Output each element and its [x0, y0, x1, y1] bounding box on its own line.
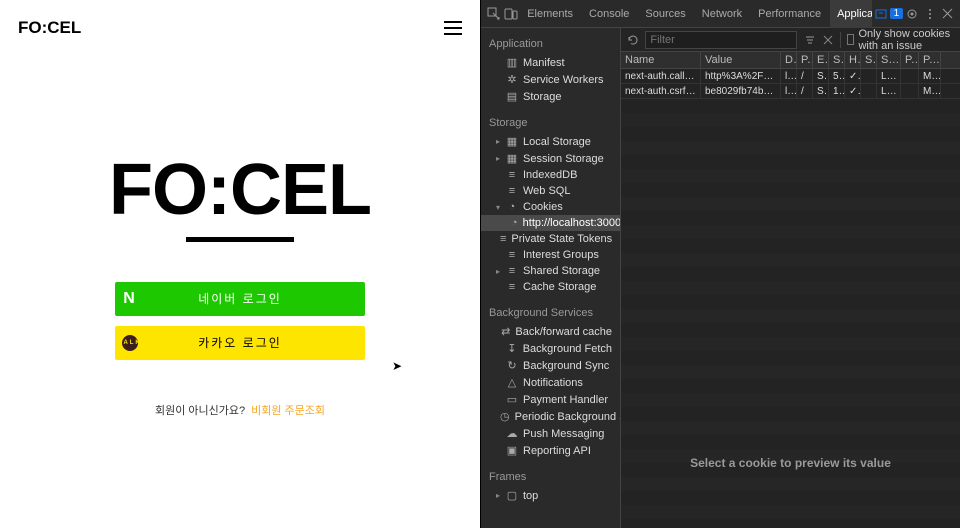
- brand-logo-large: FO:CEL: [109, 158, 371, 223]
- devtools-tabs: Elements Console Sources Network Perform…: [520, 0, 872, 28]
- sidebar-item-cache-storage[interactable]: ≡Cache Storage: [481, 279, 620, 295]
- signup-question: 회원이 아니신가요?: [155, 402, 245, 418]
- sidebar-item-websql[interactable]: ≡Web SQL: [481, 183, 620, 199]
- login-kakao-button[interactable]: TALK 카카오 로그인: [115, 326, 365, 360]
- sidebar-item-service-workers[interactable]: ✲Service Workers: [481, 71, 620, 88]
- sidebar-item-bgfetch[interactable]: ↧Background Fetch: [481, 340, 620, 357]
- only-issue-label: Only show cookies with an issue: [858, 28, 954, 52]
- sidebar-item-cookies-origin[interactable]: ◔http://localhost:3000: [481, 215, 620, 231]
- group-application: Application: [481, 34, 620, 54]
- sidebar-item-session-storage[interactable]: ▸▦Session Storage: [481, 150, 620, 167]
- col-name[interactable]: Name: [621, 52, 701, 68]
- sidebar-item-notifications[interactable]: △Notifications: [481, 374, 620, 391]
- devtools-panel: Elements Console Sources Network Perform…: [480, 0, 960, 528]
- signup-footer: 회원이 아니신가요? 비회원 주문조회: [155, 402, 325, 418]
- sidebar-item-payment[interactable]: ▭Payment Handler: [481, 391, 620, 408]
- brand-underline: [186, 237, 294, 242]
- devtools-main: Only show cookies with an issue Name Val…: [621, 28, 960, 528]
- sidebar-item-interest-groups[interactable]: ≡Interest Groups: [481, 247, 620, 263]
- sidebar-item-local-storage[interactable]: ▸▦Local Storage: [481, 133, 620, 150]
- device-toggle-icon[interactable]: [503, 4, 521, 24]
- sidebar-item-cookies[interactable]: ▾◔Cookies: [481, 199, 620, 215]
- sidebar-item-bfcache[interactable]: ⇄Back/forward cache: [481, 323, 620, 340]
- filter-options-icon[interactable]: [803, 30, 815, 50]
- sidebar-item-push[interactable]: ☁Push Messaging: [481, 425, 620, 442]
- cookie-table-header: Name Value D... P... E... S... H... S...…: [621, 52, 960, 69]
- login-naver-label: 네이버 로그인: [115, 290, 365, 307]
- table-row[interactable]: next-auth.callbac... http%3A%2F%... l...…: [621, 69, 960, 84]
- tab-console[interactable]: Console: [582, 0, 636, 28]
- sidebar-item-frames-top[interactable]: ▸▢top: [481, 487, 620, 504]
- guest-order-link[interactable]: 비회원 주문조회: [251, 402, 325, 418]
- devtools-sidebar: Application ▥Manifest ✲Service Workers ▤…: [481, 28, 621, 528]
- group-storage: Storage: [481, 113, 620, 133]
- devtools-topbar: Elements Console Sources Network Perform…: [481, 0, 960, 28]
- issues-count[interactable]: 1: [890, 8, 904, 19]
- tab-application[interactable]: Application: [830, 0, 872, 28]
- cookie-preview-hint: Select a cookie to preview its value: [621, 448, 960, 478]
- col-s3[interactable]: S...: [877, 52, 901, 68]
- issues-icon[interactable]: [872, 4, 890, 24]
- inspect-icon[interactable]: [485, 4, 503, 24]
- clear-icon[interactable]: [822, 30, 834, 50]
- refresh-icon[interactable]: [627, 30, 639, 50]
- brand-small[interactable]: FO:CEL: [18, 18, 81, 38]
- login-naver-button[interactable]: N 네이버 로그인: [115, 282, 365, 316]
- cookies-filter-input[interactable]: [645, 31, 797, 49]
- col-p3[interactable]: P...: [919, 52, 941, 68]
- sidebar-item-storage[interactable]: ▤Storage: [481, 88, 620, 105]
- checkbox-icon: [847, 34, 854, 45]
- col-p2[interactable]: P...: [901, 52, 919, 68]
- sidebar-item-periodic[interactable]: ◷Periodic Background Sync: [481, 408, 620, 425]
- sidebar-item-reporting[interactable]: ▣Reporting API: [481, 442, 620, 459]
- cookie-empty-area: Select a cookie to preview its value: [621, 99, 960, 528]
- sidebar-item-shared-storage[interactable]: ▸≡Shared Storage: [481, 263, 620, 279]
- col-e[interactable]: E...: [813, 52, 829, 68]
- sidebar-item-indexeddb[interactable]: ≡IndexedDB: [481, 167, 620, 183]
- col-p[interactable]: P...: [797, 52, 813, 68]
- kebab-icon[interactable]: [921, 4, 939, 24]
- col-value[interactable]: Value: [701, 52, 781, 68]
- close-icon[interactable]: [938, 4, 956, 24]
- sidebar-item-bgsync[interactable]: ↻Background Sync: [481, 357, 620, 374]
- col-s[interactable]: S...: [829, 52, 845, 68]
- group-background: Background Services: [481, 303, 620, 323]
- tab-performance[interactable]: Performance: [751, 0, 828, 28]
- tab-elements[interactable]: Elements: [520, 0, 580, 28]
- cookies-toolbar: Only show cookies with an issue: [621, 28, 960, 52]
- sidebar-item-private-state[interactable]: ≡Private State Tokens: [481, 231, 620, 247]
- col-h[interactable]: H...: [845, 52, 861, 68]
- cookie-rows: next-auth.callbac... http%3A%2F%... l...…: [621, 69, 960, 99]
- only-issue-checkbox[interactable]: Only show cookies with an issue: [847, 28, 954, 52]
- col-s2[interactable]: S...: [861, 52, 877, 68]
- col-d[interactable]: D...: [781, 52, 797, 68]
- tab-network[interactable]: Network: [695, 0, 749, 28]
- tab-sources[interactable]: Sources: [638, 0, 692, 28]
- table-row[interactable]: next-auth.csrf-tok... be8029fb74be9... l…: [621, 84, 960, 99]
- login-kakao-label: 카카오 로그인: [115, 334, 365, 351]
- settings-icon[interactable]: [903, 4, 921, 24]
- sidebar-item-manifest[interactable]: ▥Manifest: [481, 54, 620, 71]
- menu-icon[interactable]: [444, 21, 462, 35]
- group-frames: Frames: [481, 467, 620, 487]
